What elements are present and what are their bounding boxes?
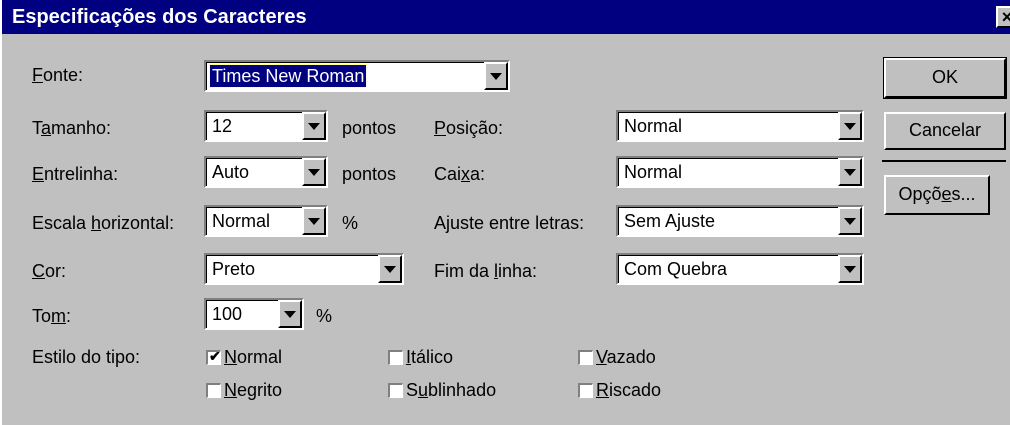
horizontal-scale-select[interactable]: Normal xyxy=(204,205,328,237)
bold-checkbox-label: Negrito xyxy=(224,380,283,400)
underline-checkbox-label: Sublinhado xyxy=(406,380,497,400)
tone-dropdown-button[interactable] xyxy=(278,300,302,328)
size-label: Tamanho: xyxy=(32,118,112,138)
case-select-value: Normal xyxy=(624,162,683,182)
chevron-down-icon xyxy=(844,123,856,130)
chevron-down-icon xyxy=(308,169,320,176)
cancel-button[interactable]: Cancelar xyxy=(884,112,1006,150)
tone-label: Tom: xyxy=(32,306,72,326)
font-select-value: Times New Roman xyxy=(208,64,368,88)
chevron-down-icon xyxy=(284,311,296,318)
outline-checkbox-label: Vazado xyxy=(596,347,656,367)
strikethrough-checkbox[interactable] xyxy=(578,383,593,398)
color-label: Cor: xyxy=(32,261,67,281)
horizontal-scale-dropdown-button[interactable] xyxy=(302,207,326,235)
kerning-label: Ajuste entre letras: xyxy=(434,213,585,233)
kerning-select[interactable]: Sem Ajuste xyxy=(616,205,864,237)
leading-select[interactable]: Auto xyxy=(204,156,328,188)
position-dropdown-button[interactable] xyxy=(838,112,862,140)
dialog-title: Especificações dos Caracteres xyxy=(12,6,307,28)
position-select-value: Normal xyxy=(624,116,683,136)
italic-checkbox[interactable] xyxy=(388,350,403,365)
horizontal-scale-label: Escala horizontal: xyxy=(32,213,175,233)
chevron-down-icon xyxy=(844,266,856,273)
chevron-down-icon xyxy=(844,218,856,225)
line-end-label: Fim da linha: xyxy=(434,261,538,281)
horizontal-scale-value: Normal xyxy=(212,211,271,231)
font-label: Fonte: xyxy=(32,65,84,85)
font-select[interactable]: Times New Roman xyxy=(204,60,510,92)
position-label: Posição: xyxy=(434,118,504,138)
chevron-down-icon xyxy=(490,73,502,80)
line-end-dropdown-button[interactable] xyxy=(838,255,862,283)
color-dropdown-button[interactable] xyxy=(378,255,402,283)
bold-checkbox[interactable] xyxy=(206,383,221,398)
tone-select[interactable]: 100 xyxy=(204,298,304,330)
font-dropdown-button[interactable] xyxy=(484,62,508,90)
leading-select-value: Auto xyxy=(212,162,250,182)
size-unit: pontos xyxy=(342,118,397,138)
size-dropdown-button[interactable] xyxy=(302,112,326,140)
chevron-down-icon xyxy=(308,123,320,130)
size-select-value: 12 xyxy=(212,116,233,136)
case-select[interactable]: Normal xyxy=(616,156,864,188)
ok-button[interactable]: OK xyxy=(883,57,1007,99)
character-specifications-dialog: Especificações dos Caracteres × Fonte: T… xyxy=(0,0,1010,425)
leading-label: Entrelinha: xyxy=(32,164,119,184)
tone-select-value: 100 xyxy=(212,304,243,324)
options-button[interactable]: Opções... xyxy=(884,175,990,215)
chevron-down-icon xyxy=(384,266,396,273)
line-end-select[interactable]: Com Quebra xyxy=(616,253,864,285)
case-dropdown-button[interactable] xyxy=(838,158,862,186)
italic-checkbox-label: Itálico xyxy=(406,347,454,367)
underline-checkbox[interactable] xyxy=(388,383,403,398)
normal-checkbox-label: Normal xyxy=(224,347,283,367)
type-style-label: Estilo do tipo: xyxy=(32,347,141,367)
title-bar[interactable]: Especificações dos Caracteres × xyxy=(2,0,1010,34)
line-end-select-value: Com Quebra xyxy=(624,259,728,279)
color-select-value: Preto xyxy=(212,259,256,279)
button-separator xyxy=(882,160,1006,162)
leading-dropdown-button[interactable] xyxy=(302,158,326,186)
leading-unit: pontos xyxy=(342,164,397,184)
size-select[interactable]: 12 xyxy=(204,110,328,142)
strikethrough-checkbox-label: Riscado xyxy=(596,380,662,400)
horizontal-scale-unit: % xyxy=(342,213,359,233)
check-icon: ✔ xyxy=(209,348,221,364)
color-select[interactable]: Preto xyxy=(204,253,404,285)
kerning-dropdown-button[interactable] xyxy=(838,207,862,235)
kerning-select-value: Sem Ajuste xyxy=(624,211,716,231)
chevron-down-icon xyxy=(844,169,856,176)
close-button[interactable]: × xyxy=(996,6,1010,28)
close-icon: × xyxy=(1001,7,1010,27)
case-label: Caixa: xyxy=(434,164,486,184)
outline-checkbox[interactable] xyxy=(578,350,593,365)
tone-unit: % xyxy=(316,306,333,326)
chevron-down-icon xyxy=(308,218,320,225)
normal-checkbox[interactable]: ✔ xyxy=(206,348,221,365)
position-select[interactable]: Normal xyxy=(616,110,864,142)
